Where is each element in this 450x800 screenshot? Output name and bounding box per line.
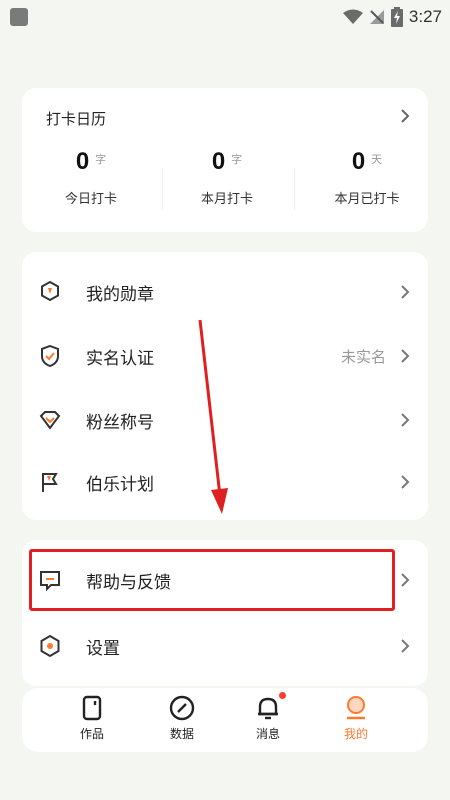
chevron-right-icon bbox=[401, 349, 410, 363]
bell-icon bbox=[258, 697, 278, 720]
status-icons: 3:27 bbox=[342, 6, 442, 28]
flag-icon bbox=[42, 473, 58, 492]
stat-unit: 天 bbox=[371, 153, 383, 166]
chevron-right-icon bbox=[401, 413, 410, 427]
diamond-badge-icon bbox=[39, 411, 61, 430]
nav-tab-data[interactable]: 数据 bbox=[152, 694, 212, 742]
chevron-right-icon bbox=[401, 475, 410, 489]
no-signal-icon bbox=[369, 10, 384, 24]
chevron-right-icon[interactable] bbox=[400, 108, 410, 124]
battery-charging-icon bbox=[390, 7, 403, 27]
stat-label: 今日打卡 bbox=[64, 192, 117, 207]
nav-tab-messages[interactable]: 消息 bbox=[238, 692, 298, 742]
profile-icon bbox=[347, 696, 365, 720]
menu-item-label: 伯乐计划 bbox=[86, 475, 154, 495]
unread-badge bbox=[279, 692, 286, 699]
nav-tab-works[interactable]: 作品 bbox=[62, 694, 122, 742]
nav-label: 消息 bbox=[255, 727, 280, 741]
annotation-arrow-icon bbox=[198, 319, 228, 514]
menu-item-label: 我的勋章 bbox=[86, 285, 154, 305]
stat-unit: 字 bbox=[95, 153, 107, 166]
menu-item-medals[interactable]: 我的勋章 bbox=[22, 261, 428, 323]
stat-month: 0字 本月打卡 bbox=[162, 148, 292, 207]
menu-item-label: 粉丝称号 bbox=[86, 413, 154, 433]
menu-item-label: 设置 bbox=[86, 639, 120, 659]
nav-label: 我的 bbox=[343, 727, 368, 741]
settings-icon bbox=[40, 634, 60, 658]
shield-check-icon bbox=[41, 344, 59, 368]
nav-label: 数据 bbox=[169, 727, 194, 741]
wifi-icon bbox=[342, 9, 363, 24]
menu-item-settings[interactable]: 设置 bbox=[22, 615, 428, 677]
status-time: 3:27 bbox=[408, 7, 442, 26]
medal-icon bbox=[41, 280, 59, 302]
status-bar: 3:27 bbox=[0, 0, 450, 34]
works-icon bbox=[82, 695, 102, 721]
stat-month-days: 0天 本月已打卡 bbox=[302, 148, 432, 207]
checkin-title: 打卡日历 bbox=[46, 110, 107, 128]
nav-tab-profile[interactable]: 我的 bbox=[326, 694, 386, 742]
highlight-annotation-box bbox=[29, 549, 395, 611]
stat-unit: 字 bbox=[231, 153, 243, 166]
stat-value: 0 bbox=[351, 148, 366, 175]
chevron-right-icon bbox=[401, 573, 410, 587]
bottom-navigation: 作品 数据 消息 我的 bbox=[22, 688, 428, 752]
chevron-right-icon bbox=[401, 285, 410, 299]
notification-icon bbox=[10, 8, 28, 26]
stat-today: 0字 今日打卡 bbox=[26, 148, 156, 207]
menu-item-label: 实名认证 bbox=[86, 349, 154, 369]
stat-value: 0 bbox=[75, 148, 90, 175]
checkin-calendar-card[interactable]: 打卡日历 0字 今日打卡 0字 本月打卡 0天 本月已打卡 bbox=[22, 88, 428, 232]
chevron-right-icon bbox=[401, 639, 410, 653]
divider bbox=[294, 168, 295, 210]
stat-label: 本月已打卡 bbox=[334, 192, 400, 207]
verification-status: 未实名 bbox=[340, 348, 386, 366]
data-icon bbox=[169, 695, 195, 721]
nav-label: 作品 bbox=[79, 727, 104, 741]
stat-label: 本月打卡 bbox=[200, 192, 253, 207]
stat-value: 0 bbox=[211, 148, 226, 175]
